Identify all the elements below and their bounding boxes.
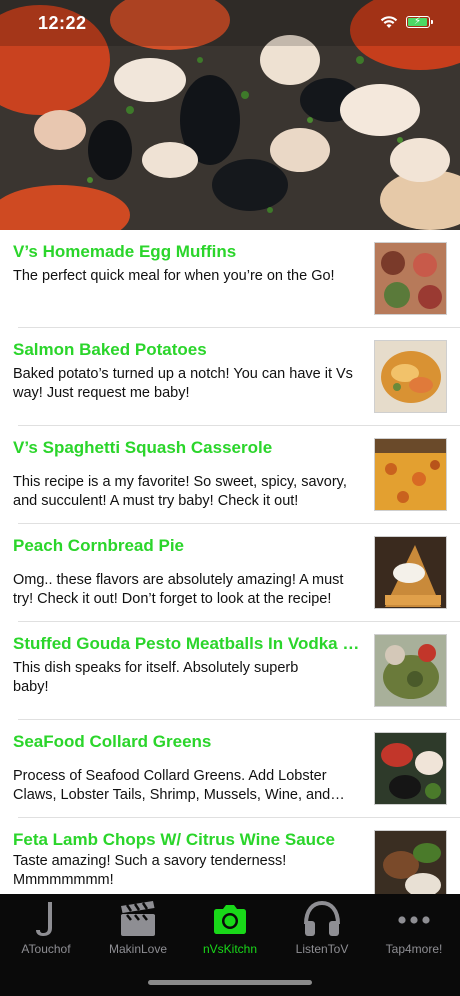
tab-atouchof[interactable]: ATouchof (0, 898, 92, 958)
recipe-title: V’s Homemade Egg Muffins (13, 242, 237, 261)
more-dots-icon (398, 916, 430, 924)
recipe-row[interactable]: SeaFood Collard Greens Process of Seafoo… (0, 720, 460, 818)
recipe-title: Salmon Baked Potatoes (13, 340, 207, 359)
letter-j-icon (36, 902, 52, 936)
headphones-icon (304, 900, 340, 936)
status-bar: 12:22 ⚡ (0, 0, 460, 48)
recipe-description: This recipe is a my favorite! So sweet, … (13, 474, 347, 509)
tab-bar: ATouchof MakinLove nVsKitchn ListenToV T… (0, 894, 460, 996)
recipe-title: SeaFood Collard Greens (13, 732, 212, 751)
squash-casserole-thumb (374, 438, 447, 511)
recipe-list[interactable]: V’s Homemade Egg Muffins The perfect qui… (0, 230, 460, 894)
recipe-row[interactable]: Salmon Baked Potatoes Baked potato’s tur… (0, 328, 460, 426)
recipe-row[interactable]: Peach Cornbread Pie Omg.. these flavors … (0, 524, 460, 622)
tab-label: Tap4more! (385, 942, 443, 956)
recipe-description: Omg.. these flavors are absolutely amazi… (13, 572, 344, 607)
battery-icon: ⚡ (406, 16, 433, 28)
recipe-description: This dish speaks for itself. Absolutely … (13, 660, 299, 695)
egg-muffins-thumb (374, 242, 447, 315)
recipe-title: V’s Spaghetti Squash Casserole (13, 438, 273, 457)
clapperboard-icon (121, 901, 155, 936)
wifi-icon (380, 15, 398, 34)
recipe-description: Taste amazing! Such a savory tenderness!… (13, 853, 287, 888)
recipe-title: Peach Cornbread Pie (13, 536, 185, 555)
meatballs-thumb (374, 634, 447, 707)
salmon-potatoes-thumb (374, 340, 447, 413)
camera-icon (214, 905, 246, 934)
tab-listentov[interactable]: ListenToV (276, 898, 368, 958)
collard-greens-thumb (374, 732, 447, 805)
cornbread-pie-thumb (374, 536, 447, 609)
status-time: 12:22 (38, 13, 87, 33)
tab-label: nVsKitchn (202, 942, 258, 956)
tab-makinlove[interactable]: MakinLove (92, 898, 184, 958)
recipe-description: Baked potato’s turned up a notch! You ca… (13, 366, 353, 401)
tab-label: ListenToV (295, 942, 349, 956)
tab-label: MakinLove (108, 942, 168, 956)
tab-tap4more[interactable]: Tap4more! (368, 898, 460, 958)
recipe-title: Feta Lamb Chops W/ Citrus Wine Sauce (13, 830, 335, 849)
tab-label: ATouchof (21, 942, 71, 956)
lamb-chops-thumb (374, 830, 447, 894)
recipe-row[interactable]: Feta Lamb Chops W/ Citrus Wine Sauce Tas… (0, 818, 460, 894)
recipe-row[interactable]: V’s Spaghetti Squash Casserole This reci… (0, 426, 460, 524)
recipe-row[interactable]: V’s Homemade Egg Muffins The perfect qui… (0, 230, 460, 328)
recipe-title: Stuffed Gouda Pesto Meatballs In Vodka S… (13, 634, 365, 653)
recipe-description: The perfect quick meal for when you’re o… (13, 268, 335, 284)
recipe-row[interactable]: Stuffed Gouda Pesto Meatballs In Vodka S… (0, 622, 460, 720)
home-indicator[interactable] (148, 980, 312, 985)
tab-nvskitchn[interactable]: nVsKitchn (184, 898, 276, 958)
recipe-description: Process of Seafood Collard Greens. Add L… (13, 768, 331, 803)
